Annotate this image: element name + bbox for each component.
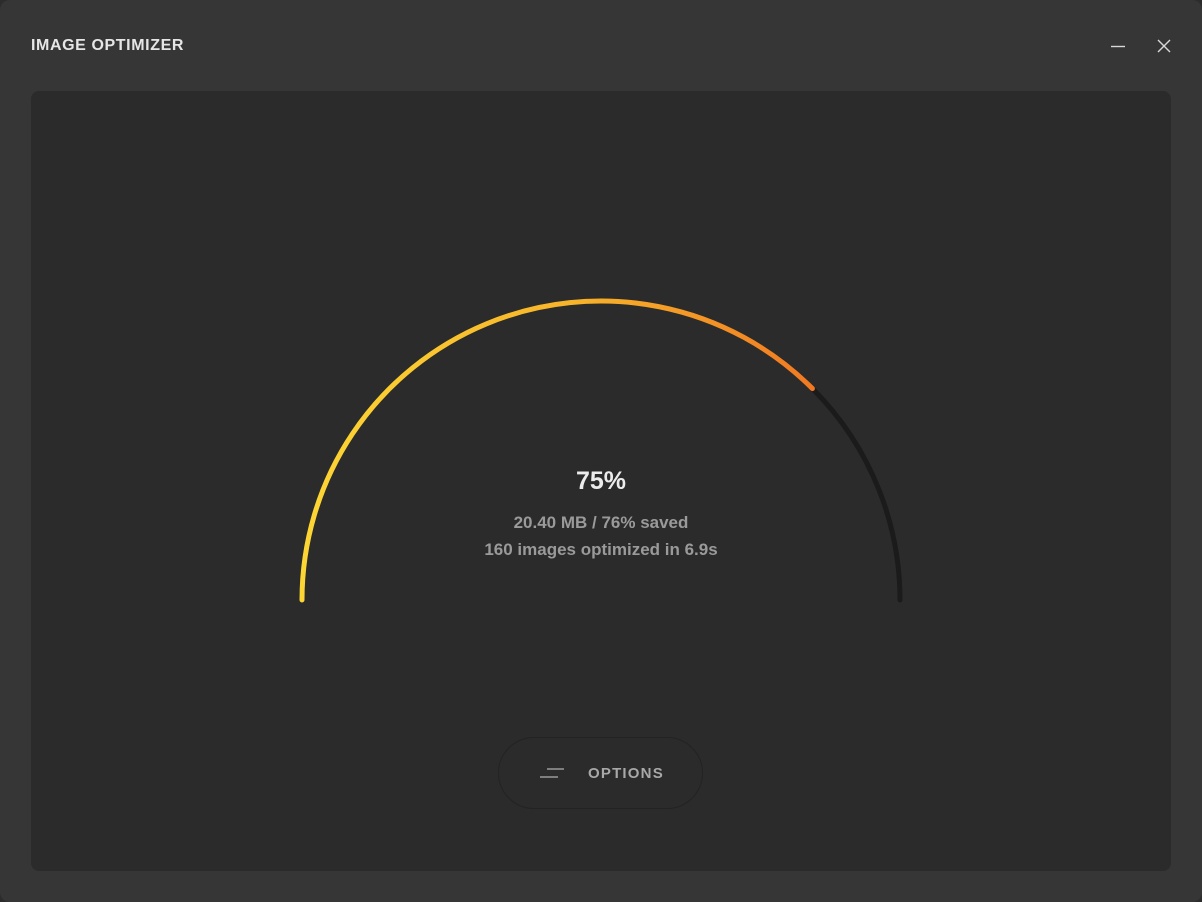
optimization-summary-text: 160 images optimized in 6.9s xyxy=(484,540,718,559)
minimize-icon xyxy=(1111,45,1125,48)
sliders-lines-icon xyxy=(540,768,564,778)
title-bar: IMAGE OPTIMIZER xyxy=(0,0,1202,91)
options-button[interactable]: OPTIONS xyxy=(498,737,703,809)
main-panel: 75% 20.40 MB / 76% saved 160 images opti… xyxy=(31,91,1171,871)
app-window: IMAGE OPTIMIZER 75% 20.40 MB / 76% saved… xyxy=(0,0,1202,902)
options-label: OPTIONS xyxy=(588,765,664,782)
app-title: IMAGE OPTIMIZER xyxy=(31,37,184,54)
minimize-button[interactable] xyxy=(1104,32,1132,60)
saved-size-text: 20.40 MB / 76% saved xyxy=(513,513,689,532)
progress-percent: 75% xyxy=(575,467,627,495)
close-icon xyxy=(1157,39,1171,53)
close-button[interactable] xyxy=(1150,32,1178,60)
